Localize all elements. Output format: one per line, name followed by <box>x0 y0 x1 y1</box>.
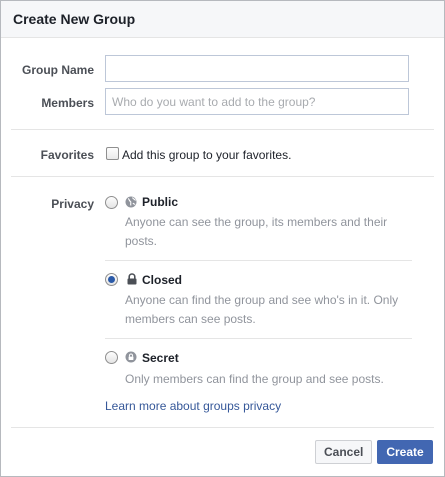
group-name-input[interactable] <box>105 55 409 82</box>
footer-divider <box>11 427 434 428</box>
section-divider <box>11 176 434 177</box>
create-group-dialog: Create New Group Group Name Members Favo… <box>0 0 445 477</box>
dialog-title: Create New Group <box>13 11 136 27</box>
globe-icon <box>125 196 137 208</box>
members-label: Members <box>41 96 94 110</box>
privacy-secret-description: Only members can find the group and see … <box>125 372 384 386</box>
favorites-label: Favorites <box>40 148 94 162</box>
learn-more-privacy-link[interactable]: Learn more about groups privacy <box>105 399 281 413</box>
secret-lock-icon <box>125 351 137 363</box>
privacy-public-radio[interactable] <box>105 196 118 209</box>
dialog-header: Create New Group <box>1 1 444 38</box>
members-input[interactable] <box>105 88 409 115</box>
create-button[interactable]: Create <box>377 440 433 464</box>
cancel-button[interactable]: Cancel <box>315 440 372 464</box>
favorites-checkbox[interactable] <box>106 147 119 160</box>
privacy-closed-description: Anyone can find the group and see who's … <box>125 293 399 326</box>
lock-icon <box>127 273 137 285</box>
option-divider <box>105 260 412 261</box>
favorites-checkbox-label[interactable]: Add this group to your favorites. <box>122 148 291 162</box>
section-divider <box>11 129 434 130</box>
privacy-public-description: Anyone can see the group, its members an… <box>125 215 388 248</box>
privacy-closed-title: Closed <box>142 273 183 287</box>
privacy-public-title: Public <box>142 195 179 209</box>
privacy-label: Privacy <box>51 197 94 211</box>
privacy-secret-title: Secret <box>142 351 179 365</box>
privacy-secret-radio[interactable] <box>105 351 118 364</box>
group-name-label: Group Name <box>21 63 94 77</box>
privacy-closed-radio[interactable] <box>105 273 118 286</box>
option-divider <box>105 338 412 339</box>
